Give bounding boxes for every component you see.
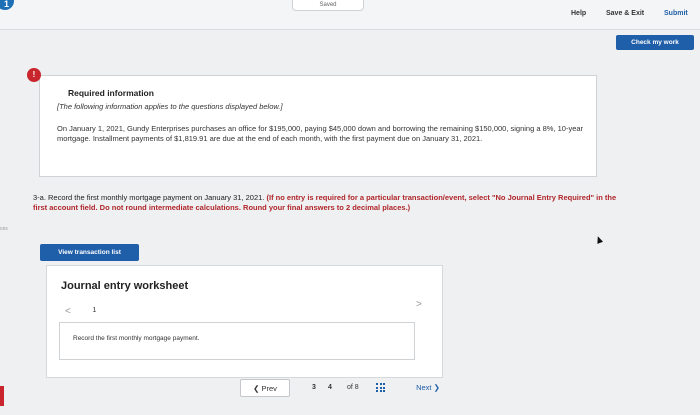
chevron-right-icon: ❯ (433, 383, 440, 392)
prev-label: Prev (261, 384, 277, 393)
mouse-cursor-icon (594, 235, 604, 244)
required-information-panel: Required information [The following info… (39, 75, 597, 177)
worksheet-entry-box: Record the first monthly mortgage paymen… (59, 322, 415, 360)
save-exit-link[interactable]: Save & Exit (606, 10, 644, 17)
saved-indicator: Saved (292, 0, 364, 11)
view-transaction-list-button[interactable]: View transaction list (40, 244, 139, 261)
worksheet-next-icon[interactable]: > (416, 299, 422, 310)
next-label: Next (416, 383, 432, 392)
worksheet-entry-text: Record the first monthly mortgage paymen… (73, 335, 200, 342)
info-note: [The following information applies to th… (57, 102, 283, 111)
help-link[interactable]: Help (571, 10, 586, 17)
question-lead: 3-a. Record the first monthly mortgage p… (33, 193, 265, 202)
page: 1 Saved Help Save & Exit Submit Check my… (0, 0, 700, 415)
worksheet-title: Journal entry worksheet (61, 280, 189, 292)
grid-icon[interactable] (376, 383, 385, 392)
check-my-work-button[interactable]: Check my work (616, 35, 694, 50)
question-text: 3-a. Record the first monthly mortgage p… (33, 193, 623, 213)
info-body: On January 1, 2021, Gundy Enterprises pu… (57, 124, 584, 143)
question-number-badge[interactable]: 1 (0, 0, 14, 10)
alert-icon: ! (27, 68, 41, 82)
journal-entry-worksheet: Journal entry worksheet < 1 > Record the… (46, 265, 443, 378)
pager-total: of 8 (347, 384, 359, 391)
prev-button[interactable]: ❮ Prev (240, 379, 290, 397)
pager-prev-number[interactable]: 3 (312, 384, 316, 391)
top-bar: 1 Saved Help Save & Exit Submit (0, 0, 700, 30)
left-edge-text: ces (0, 226, 8, 232)
worksheet-page-number[interactable]: 1 (88, 304, 101, 318)
next-button[interactable]: Next ❯ (403, 379, 453, 397)
pager-current-number: 4 (328, 384, 332, 391)
info-title: Required information (68, 88, 154, 98)
chevron-left-icon: ❮ (253, 384, 260, 393)
worksheet-prev-icon[interactable]: < (65, 306, 71, 317)
left-edge-marker (0, 386, 4, 406)
submit-link[interactable]: Submit (664, 10, 688, 17)
